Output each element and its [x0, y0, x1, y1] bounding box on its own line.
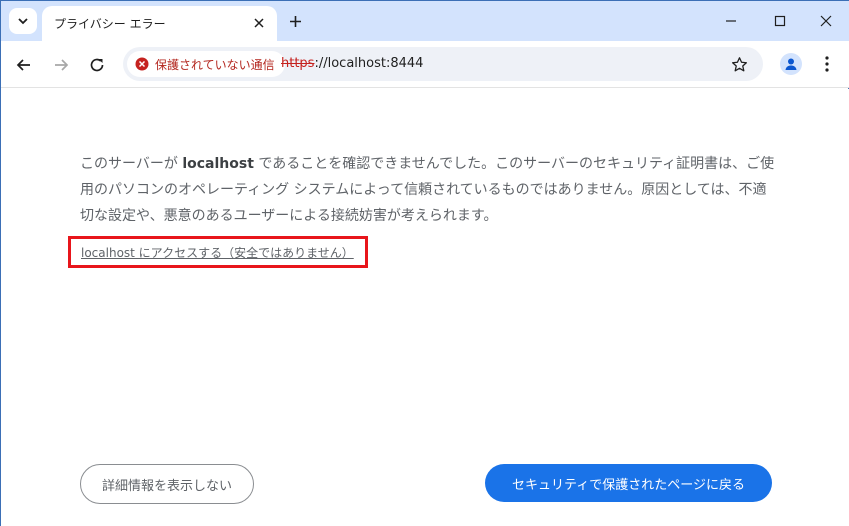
url-host: ://localhost:8444 — [314, 56, 424, 71]
error-explanation: このサーバーが localhost であることを確認できませんでした。このサーバ… — [80, 151, 780, 229]
security-label: 保護されていない通信 — [155, 57, 275, 72]
url-scheme: https — [281, 56, 315, 71]
menu-button[interactable] — [816, 53, 838, 75]
explanation-prefix: このサーバーが — [80, 156, 183, 172]
kebab-menu-icon — [825, 56, 829, 72]
window-close-button[interactable] — [814, 9, 838, 33]
star-icon — [731, 56, 747, 71]
minimize-icon — [726, 20, 736, 22]
tab-privacy-error[interactable]: プライバシー エラー — [42, 6, 277, 41]
profile-icon — [785, 58, 797, 70]
toolbar: 保護されていない通信 https://localhost:8444 — [1, 41, 849, 88]
tab-strip: プライバシー エラー — [1, 1, 849, 41]
reload-button[interactable] — [85, 53, 109, 77]
close-icon — [254, 18, 264, 28]
reload-icon — [90, 58, 104, 72]
back-to-safety-button[interactable]: セキュリティで保護されたページに戻る — [485, 464, 772, 502]
interstitial-page: このサーバーが localhost であることを確認できませんでした。このサーバ… — [1, 89, 849, 526]
back-arrow-icon — [16, 59, 30, 71]
bookmark-button[interactable] — [729, 54, 749, 74]
profile-button[interactable] — [780, 53, 802, 75]
forward-arrow-icon — [55, 59, 69, 71]
security-chip[interactable]: 保護されていない通信 — [127, 51, 285, 77]
maximize-button[interactable] — [768, 9, 792, 33]
tab-title: プライバシー エラー — [54, 17, 166, 31]
omnibox[interactable]: 保護されていない通信 https://localhost:8444 — [123, 47, 763, 81]
window-close-icon — [820, 15, 832, 27]
error-icon — [135, 57, 149, 71]
chevron-down-icon — [18, 18, 28, 25]
proceed-link[interactable]: localhost にアクセスする（安全ではありません） — [81, 244, 354, 261]
details-button[interactable]: 詳細情報を表示しない — [80, 464, 254, 504]
tab-search-button[interactable] — [9, 8, 37, 34]
tab-close-button[interactable] — [251, 15, 267, 31]
plus-icon — [289, 15, 301, 27]
url-text: https://localhost:8444 — [281, 56, 423, 71]
new-tab-button[interactable] — [285, 11, 305, 31]
forward-button[interactable] — [49, 53, 73, 77]
minimize-button[interactable] — [719, 9, 743, 33]
explanation-host: localhost — [182, 156, 254, 172]
browser-window: プライバシー エラー 保護されていない通信 https://localhost:… — [0, 0, 849, 526]
maximize-icon — [774, 15, 786, 27]
back-button[interactable] — [12, 53, 36, 77]
